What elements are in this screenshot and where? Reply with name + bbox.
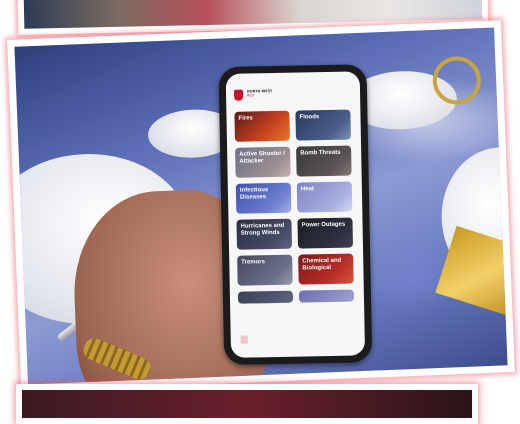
document-icon[interactable] xyxy=(240,335,248,344)
red-shield-icon xyxy=(233,89,244,101)
dark-photo-strip xyxy=(22,390,472,418)
tile-infectious-diseases[interactable]: Infectious Diseases xyxy=(235,182,292,214)
smartphone: NORTH WEST RED Fires Floods Active Shoot… xyxy=(218,56,482,366)
tile-heat[interactable]: Heat xyxy=(296,181,353,213)
tile-hurricanes[interactable]: Hurricanes and Strong Winds xyxy=(236,218,293,250)
tile-chemical-biological[interactable]: Chemical and Biological xyxy=(298,253,354,285)
tile-power-outages[interactable]: Power Outages xyxy=(297,217,354,249)
tile-active-shooter[interactable]: Active Shooter / Attacker xyxy=(235,146,291,178)
tile-partial[interactable] xyxy=(298,289,355,303)
app-subtitle: RED xyxy=(247,93,255,98)
photo-card-main: NORTH WEST RED Fires Floods Active Shoot… xyxy=(7,20,515,392)
hazard-grid: Fires Floods Active Shooter / Attacker B… xyxy=(234,109,356,304)
tile-floods[interactable]: Floods xyxy=(295,109,351,141)
photo-card-bottom xyxy=(16,384,478,424)
tile-bomb-threats[interactable]: Bomb Threats xyxy=(296,145,352,177)
app-header: NORTH WEST RED xyxy=(233,89,273,101)
phone-screen: NORTH WEST RED Fires Floods Active Shoot… xyxy=(225,71,366,358)
tile-fires[interactable]: Fires xyxy=(234,110,290,142)
table-photo: NORTH WEST RED Fires Floods Active Shoot… xyxy=(14,27,508,385)
tile-partial[interactable] xyxy=(237,290,294,304)
app-name: NORTH WEST RED xyxy=(247,89,272,97)
tile-tremors[interactable]: Tremors xyxy=(237,254,293,286)
phone-keyring xyxy=(432,56,482,105)
status-bar xyxy=(236,78,350,86)
